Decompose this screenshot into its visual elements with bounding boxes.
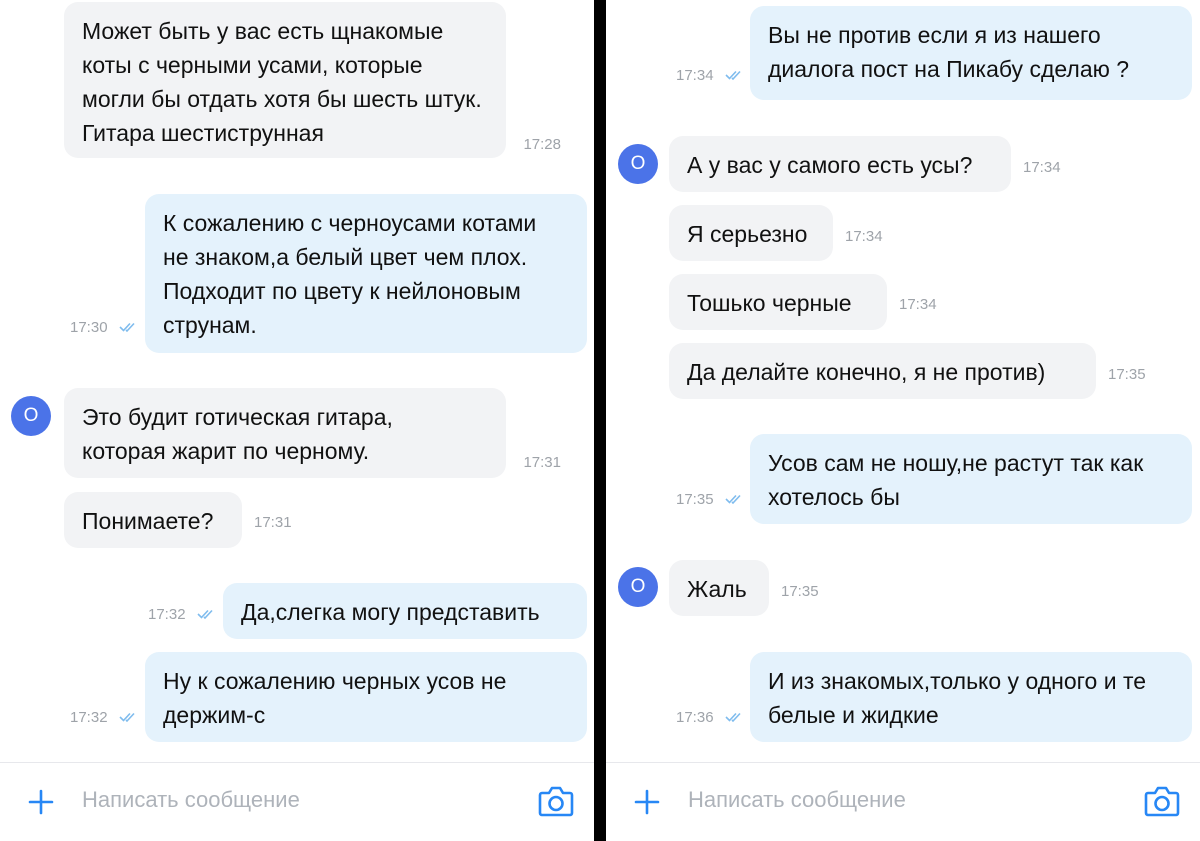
message-bubble-incoming[interactable]: Я серьезно [669, 205, 833, 261]
message-bubble-outgoing[interactable]: Ну к сожалению черных усов не держим-с [145, 652, 587, 742]
message-composer: Написать сообщение [0, 762, 594, 841]
message-time: 17:34 [899, 296, 937, 313]
message-bubble-outgoing[interactable]: К сожалению с черноусами котами не знако… [145, 194, 587, 353]
message-time: 17:35 [1108, 366, 1146, 383]
message-time: 17:32 [70, 709, 108, 726]
avatar[interactable]: О [618, 144, 658, 184]
double-check-icon [725, 712, 741, 723]
message-time: 17:34 [1023, 159, 1061, 176]
message-text: Да делайте конечно, я не против) [687, 359, 1046, 385]
avatar[interactable]: О [11, 396, 51, 436]
message-time: 17:30 [70, 319, 108, 336]
message-text: Это будит готическая гитара, которая жар… [82, 404, 393, 464]
message-text: Усов сам не ношу,не растут так как хотел… [768, 450, 1144, 510]
message-text: Да,слегка могу представить [241, 599, 540, 625]
message-text: Вы не против если я из нашего диалога по… [768, 22, 1130, 82]
double-check-icon [197, 609, 213, 620]
message-bubble-incoming[interactable]: Тошько черные [669, 274, 887, 330]
message-text: Ну к сожалению черных усов не держим-с [163, 668, 507, 728]
double-check-icon [725, 494, 741, 505]
message-input[interactable]: Написать сообщение [688, 787, 906, 813]
message-time: 17:34 [676, 67, 714, 84]
message-text: Понимаете? [82, 508, 214, 534]
message-text: Тошько черные [687, 290, 852, 316]
message-time: 17:34 [845, 228, 883, 245]
message-text: А у вас у самого есть усы? [687, 152, 973, 178]
message-input[interactable]: Написать сообщение [82, 787, 300, 813]
message-bubble-outgoing[interactable]: Да,слегка могу представить [223, 583, 587, 639]
message-text: И из знакомых,только у одного и те белые… [768, 668, 1147, 728]
plus-icon[interactable] [28, 789, 54, 815]
message-time: 17:31 [523, 454, 561, 471]
message-time: 17:35 [781, 583, 819, 600]
plus-icon[interactable] [634, 789, 660, 815]
message-bubble-incoming[interactable]: А у вас у самого есть усы? [669, 136, 1011, 192]
message-time: 17:28 [523, 136, 561, 153]
message-time: 17:35 [676, 491, 714, 508]
message-bubble-outgoing[interactable]: Вы не против если я из нашего диалога по… [750, 6, 1192, 100]
message-bubble-incoming[interactable]: Понимаете? [64, 492, 242, 548]
message-bubble-outgoing[interactable]: И из знакомых,только у одного и те белые… [750, 652, 1192, 742]
message-composer: Написать сообщение [606, 762, 1200, 841]
message-bubble-incoming[interactable]: Да делайте конечно, я не против) [669, 343, 1096, 399]
message-bubble-outgoing[interactable]: Усов сам не ношу,не растут так как хотел… [750, 434, 1192, 524]
message-time: 17:32 [148, 606, 186, 623]
double-check-icon [119, 322, 135, 333]
message-time: 17:36 [676, 709, 714, 726]
message-bubble-incoming[interactable]: Это будит готическая гитара, которая жар… [64, 388, 561, 478]
avatar[interactable]: О [618, 567, 658, 607]
message-text: Жаль [687, 576, 747, 602]
message-bubble-incoming[interactable]: Жаль [669, 560, 769, 616]
chat-panel-right: 17:34 Вы не против если я из нашего диал… [606, 0, 1200, 841]
camera-icon[interactable] [1144, 785, 1180, 817]
message-bubble-incoming[interactable]: Может быть у вас есть щнакомые коты с че… [64, 2, 561, 158]
message-text: Я серьезно [687, 221, 808, 247]
message-text: К сожалению с черноусами котами не знако… [163, 210, 537, 338]
double-check-icon [119, 712, 135, 723]
camera-icon[interactable] [538, 785, 574, 817]
message-time: 17:31 [254, 514, 292, 531]
double-check-icon [725, 70, 741, 81]
message-text: Может быть у вас есть щнакомые коты с че… [82, 18, 482, 146]
chat-panel-left: Может быть у вас есть щнакомые коты с че… [0, 0, 594, 841]
